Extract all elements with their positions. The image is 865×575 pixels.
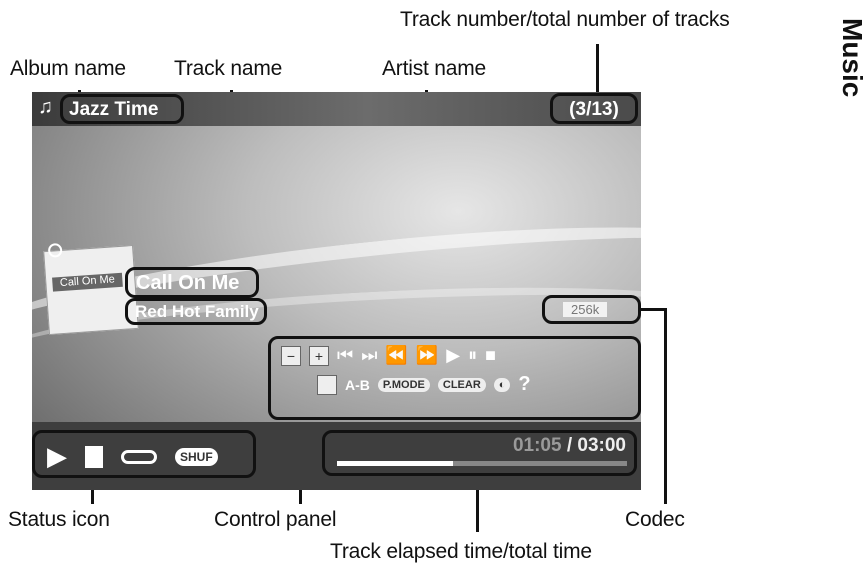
callout-track-number: Track number/total number of tracks [400, 8, 730, 31]
help-button[interactable]: ? [518, 373, 530, 396]
time-readout: 01:05 / 03:00 [513, 435, 626, 457]
track-counter: (3/13) [550, 93, 638, 124]
cover-notch [47, 242, 63, 258]
play-button[interactable]: ▶ [446, 345, 460, 366]
elapsed-time-panel: 01:05 / 03:00 [322, 430, 637, 476]
callout-codec: Codec [625, 508, 685, 531]
single-track-icon [85, 445, 103, 468]
time-separator: / [566, 435, 573, 456]
repeat-icon [121, 449, 157, 464]
artist-name: Red Hot Family [125, 298, 267, 325]
stop-button[interactable]: ■ [485, 345, 496, 366]
play-status-icon: ▶ [47, 441, 67, 471]
control-panel: − + ⏮ ⏭ ⏪ ⏩ ▶ ⏸ ■ A-B P.MODE CLEAR ◐ ? [268, 336, 641, 420]
leader-codec [664, 308, 667, 504]
clear-button[interactable]: CLEAR [437, 377, 486, 392]
status-icons: ▶ SHUF [32, 430, 256, 478]
ab-repeat-button[interactable]: A-B [345, 377, 370, 393]
cover-title: Call On Me [52, 272, 123, 292]
album-name: Jazz Time [60, 94, 184, 124]
callout-control-panel: Control panel [214, 508, 337, 531]
volume-down-button[interactable]: − [281, 345, 301, 366]
control-row-modes: A-B P.MODE CLEAR ◐ ? [317, 373, 531, 396]
repeat-one-icon[interactable] [317, 374, 337, 395]
previous-track-button[interactable]: ⏮ [337, 345, 353, 366]
callout-elapsed-time: Track elapsed time/total time [330, 540, 592, 563]
player-screen: ♫ Jazz Time (3/13) Call On Me Call On Me… [32, 92, 641, 490]
elapsed-time: 01:05 [512, 435, 562, 456]
shuffle-icon: SHUF [175, 447, 218, 466]
pause-button[interactable]: ⏸ [468, 345, 477, 366]
callout-track-name: Track name [174, 57, 283, 80]
control-row-transport: − + ⏮ ⏭ ⏪ ⏩ ▶ ⏸ ■ [281, 345, 496, 366]
progress-bar[interactable] [337, 461, 627, 466]
music-note-icon: ♫ [38, 96, 53, 118]
volume-up-button[interactable]: + [309, 345, 329, 366]
display-toggle-button[interactable]: ◐ [493, 377, 511, 392]
side-label-music: Music [837, 18, 865, 98]
play-mode-button[interactable]: P.MODE [377, 377, 430, 392]
callout-album-name: Album name [10, 57, 126, 80]
callout-status-icon: Status icon [8, 508, 110, 531]
fast-forward-button[interactable]: ⏩ [416, 345, 438, 366]
rewind-button[interactable]: ⏪ [385, 345, 407, 366]
codec-value: 256k [563, 302, 608, 317]
next-track-button[interactable]: ⏭ [361, 345, 377, 366]
codec-badge: 256k [542, 295, 641, 324]
total-time: 03:00 [577, 435, 626, 456]
track-name: Call On Me [125, 267, 259, 298]
callout-artist-name: Artist name [382, 57, 486, 80]
status-icon-row: ▶ SHUF [47, 441, 218, 472]
progress-fill [337, 461, 453, 466]
leader-track-number [596, 44, 599, 94]
